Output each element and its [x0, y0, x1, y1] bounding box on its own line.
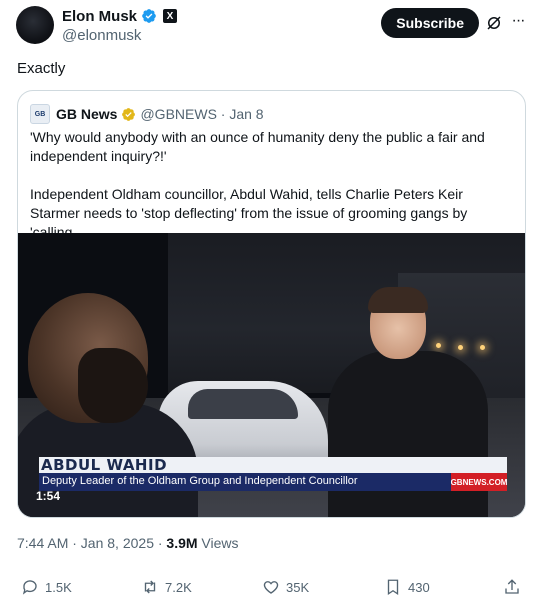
- lower-third-name: ABDUL WAHID: [41, 456, 168, 474]
- author-name-row: Elon Musk X: [62, 7, 178, 25]
- reply-icon: [22, 580, 37, 595]
- verified-badge-icon: [142, 9, 156, 23]
- avatar[interactable]: [16, 6, 54, 44]
- quoted-tweet[interactable]: GB GB News @GBNEWS · Jan 8 'Why would an…: [17, 90, 526, 518]
- lower-third-role: Deputy Leader of the Oldham Group and In…: [42, 475, 358, 487]
- lower-third-role-bar: Deputy Leader of the Oldham Group and In…: [39, 473, 507, 491]
- lower-third-name-bar: ABDUL WAHID: [39, 456, 507, 474]
- bookmark-icon: [387, 579, 399, 596]
- author-handle[interactable]: @elonmusk: [62, 27, 177, 44]
- quoted-tweet-header: GB GB News @GBNEWS · Jan 8: [30, 104, 264, 124]
- video-duration: 1:54: [36, 489, 61, 503]
- reply-button[interactable]: 1.5K: [21, 578, 72, 596]
- subscribe-button[interactable]: Subscribe: [381, 8, 479, 38]
- reply-count: 1.5K: [45, 579, 72, 595]
- repost-icon: [144, 580, 156, 594]
- bookmark-count: 430: [408, 579, 430, 595]
- gbnews-logo[interactable]: GB: [30, 104, 50, 124]
- channel-tag: GBNEWS.COM: [451, 473, 507, 491]
- quoted-handle-date[interactable]: @GBNEWS · Jan 8: [140, 106, 263, 122]
- author-display-name[interactable]: Elon Musk: [62, 8, 137, 25]
- x-affiliate-icon: X: [163, 9, 178, 23]
- tweet-header: Elon Musk X @elonmusk Subscribe ···: [16, 6, 527, 46]
- share-button[interactable]: [503, 578, 521, 596]
- quoted-author-name[interactable]: GB News: [56, 106, 117, 122]
- repost-count: 7.2K: [165, 579, 192, 595]
- author-block: Elon Musk X @elonmusk: [62, 7, 178, 44]
- quoted-paragraph-1: 'Why would anybody with an ounce of huma…: [30, 129, 485, 164]
- tweet-timestamp[interactable]: 7:44 AM · Jan 8, 2025 ·: [17, 535, 166, 551]
- tweet-meta: 7:44 AM · Jan 8, 2025 · 3.9M Views: [17, 535, 239, 551]
- gold-verified-badge-icon: [122, 107, 136, 121]
- bookmark-button[interactable]: 430: [384, 578, 430, 596]
- share-icon: [505, 579, 519, 594]
- views-label: Views: [197, 535, 239, 551]
- action-bar: 1.5K 7.2K 35K 430: [17, 578, 526, 600]
- views-count: 3.9M: [166, 535, 198, 551]
- more-options-icon[interactable]: ···: [509, 13, 527, 32]
- tweet-text: Exactly: [17, 60, 66, 77]
- like-count: 35K: [286, 579, 310, 595]
- repost-button[interactable]: 7.2K: [141, 578, 192, 596]
- like-button[interactable]: 35K: [262, 578, 309, 596]
- video-player[interactable]: ABDUL WAHID Deputy Leader of the Oldham …: [18, 233, 525, 517]
- grok-icon[interactable]: [485, 14, 503, 32]
- video-car-window: [188, 389, 298, 419]
- heart-icon: [263, 581, 279, 594]
